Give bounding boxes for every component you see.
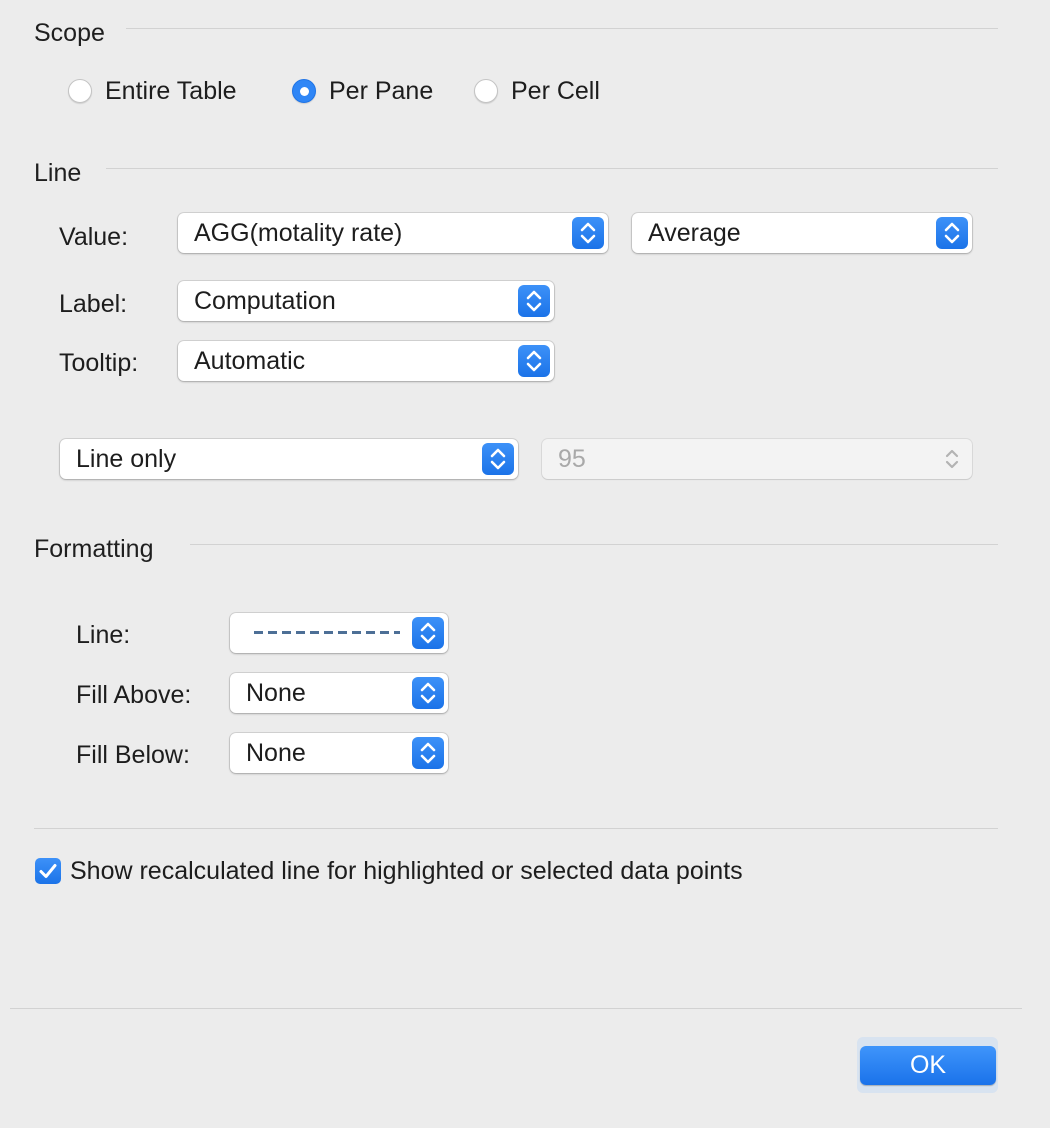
label-label: Label: — [59, 290, 128, 318]
band-type-select-text: Line only — [76, 445, 177, 473]
chevron-up-down-icon — [518, 345, 550, 377]
fill-above-select-text: None — [246, 679, 306, 707]
chevron-up-down-icon — [412, 737, 444, 769]
radio-per-pane-indicator[interactable] — [292, 79, 316, 103]
fill-above-select[interactable]: None — [230, 673, 448, 713]
chevron-up-down-icon — [936, 217, 968, 249]
radio-per-cell-label: Per Cell — [511, 76, 600, 105]
chevron-up-down-icon — [482, 443, 514, 475]
recalculated-line-checkbox[interactable] — [35, 858, 61, 884]
fill-below-select[interactable]: None — [230, 733, 448, 773]
tooltip-label: Tooltip: — [59, 349, 139, 377]
label-select[interactable]: Computation — [178, 281, 554, 321]
aggregation-select-text: Average — [648, 219, 741, 247]
chevron-up-down-icon — [412, 677, 444, 709]
checkmark-icon — [39, 864, 57, 878]
line-style-select[interactable] — [230, 613, 448, 653]
band-type-select[interactable]: Line only — [60, 439, 518, 479]
formatting-section-title: Formatting — [34, 535, 154, 563]
formatting-divider — [190, 544, 998, 545]
chevron-up-down-icon — [572, 217, 604, 249]
radio-per-cell-indicator[interactable] — [474, 79, 498, 103]
dashed-line-swatch — [254, 631, 400, 634]
options-divider — [34, 828, 998, 829]
radio-per-pane[interactable]: Per Pane — [292, 75, 433, 107]
line-section-title: Line — [34, 159, 82, 187]
aggregation-select[interactable]: Average — [632, 213, 972, 253]
recalculated-line-label[interactable]: Show recalculated line for highlighted o… — [70, 856, 743, 886]
confidence-select-text: 95 — [558, 445, 586, 473]
label-select-text: Computation — [194, 287, 336, 315]
chevron-up-down-icon — [936, 443, 968, 475]
line-divider — [106, 168, 998, 169]
value-field-select-text: AGG(motality rate) — [194, 219, 403, 247]
chevron-up-down-icon — [412, 617, 444, 649]
ok-button[interactable]: OK — [860, 1046, 996, 1085]
footer-divider — [10, 1008, 1022, 1009]
radio-per-cell[interactable]: Per Cell — [474, 75, 600, 107]
value-field-select[interactable]: AGG(motality rate) — [178, 213, 608, 253]
scope-divider — [126, 28, 998, 29]
confidence-select: 95 — [542, 439, 972, 479]
tooltip-select[interactable]: Automatic — [178, 341, 554, 381]
value-label: Value: — [59, 223, 129, 251]
chevron-up-down-icon — [518, 285, 550, 317]
line-format-label: Line: — [76, 621, 131, 649]
fill-above-label: Fill Above: — [76, 681, 192, 709]
tooltip-select-text: Automatic — [194, 347, 306, 375]
radio-entire-table[interactable]: Entire Table — [68, 75, 237, 107]
radio-per-pane-label: Per Pane — [329, 76, 434, 105]
fill-below-select-text: None — [246, 739, 306, 767]
fill-below-label: Fill Below: — [76, 741, 190, 769]
scope-section-title: Scope — [34, 19, 105, 47]
radio-entire-table-label: Entire Table — [105, 76, 237, 105]
radio-entire-table-indicator[interactable] — [68, 79, 92, 103]
